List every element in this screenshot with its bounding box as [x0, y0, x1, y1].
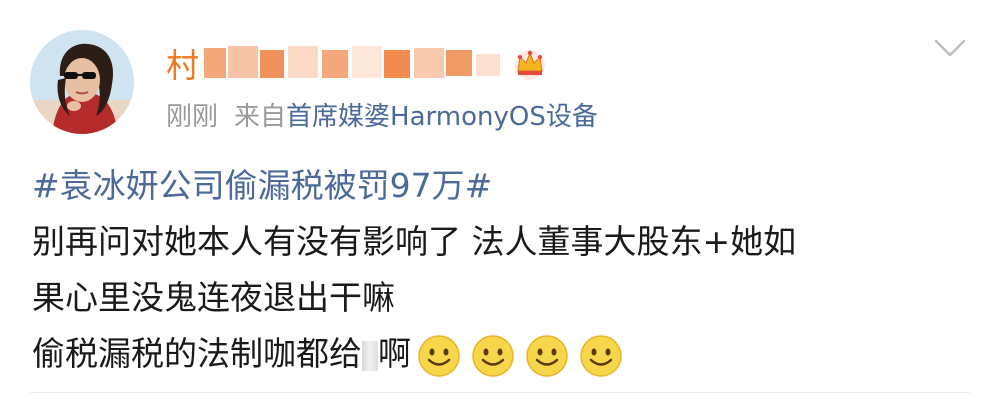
- weibo-post: 村 刚刚 来自首席媒婆HarmonyOS设备 #袁冰妍公司偷漏税被罚97万# 别…: [0, 0, 1000, 400]
- post-text-line-3-part-1: 偷税漏税的法制咖都给: [32, 334, 362, 373]
- source-name-link[interactable]: 首席媒婆: [286, 102, 390, 132]
- post-time: 刚刚: [166, 102, 219, 132]
- post-meta: 刚刚 来自首席媒婆HarmonyOS设备: [166, 96, 598, 133]
- username[interactable]: 村: [166, 39, 200, 87]
- username-row: 村: [166, 40, 548, 86]
- divider: [30, 392, 970, 393]
- emoji-group: [417, 334, 633, 378]
- smile-icon: [472, 334, 514, 377]
- device-link[interactable]: HarmonyOS设备: [390, 102, 598, 132]
- post-content: #袁冰妍公司偷漏税被罚97万# 别再问对她本人有没有影响了 法人董事大股东+她如…: [32, 158, 960, 382]
- avatar[interactable]: [30, 30, 134, 134]
- avatar-photo-icon: [30, 30, 134, 134]
- post-text-line-3-part-2: 啊: [378, 334, 411, 373]
- hashtag-link[interactable]: #袁冰妍公司偷漏税被罚97万#: [32, 166, 492, 205]
- post-text-line-3: 偷税漏税的法制咖都给啊: [32, 326, 960, 382]
- smile-icon: [580, 334, 622, 377]
- post-text-line-2: 果心里没鬼连夜退出干嘛: [32, 278, 395, 317]
- source-prefix: 来自: [234, 102, 287, 132]
- smile-icon: [418, 334, 460, 377]
- post-text-line-1: 别再问对她本人有没有影响了 法人董事大股东+她如: [32, 222, 797, 261]
- mosaic-blur: [204, 44, 504, 82]
- smile-icon: [526, 334, 568, 377]
- crown-icon: [515, 50, 545, 80]
- chevron-down-icon[interactable]: [934, 38, 966, 58]
- blurred-character: [362, 340, 378, 371]
